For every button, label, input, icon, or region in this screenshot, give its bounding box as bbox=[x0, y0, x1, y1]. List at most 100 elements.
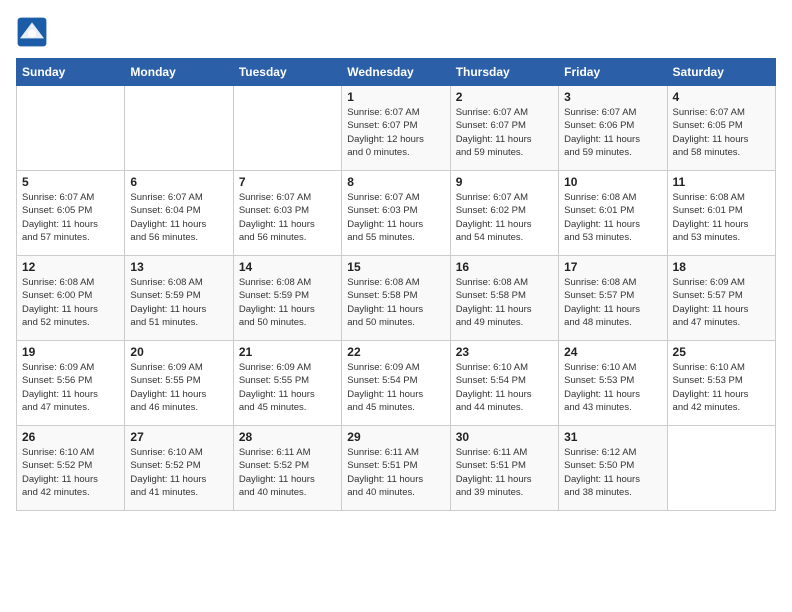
day-number: 13 bbox=[130, 260, 227, 274]
day-number: 26 bbox=[22, 430, 119, 444]
calendar-week-row: 5 Sunrise: 6:07 AM Sunset: 6:05 PM Daylig… bbox=[17, 171, 776, 256]
day-number: 8 bbox=[347, 175, 444, 189]
day-info: Sunrise: 6:07 AM Sunset: 6:06 PM Dayligh… bbox=[564, 106, 661, 159]
calendar-cell: 24 Sunrise: 6:10 AM Sunset: 5:53 PM Dayli… bbox=[559, 341, 667, 426]
header-thursday: Thursday bbox=[450, 59, 558, 86]
day-number: 27 bbox=[130, 430, 227, 444]
logo bbox=[16, 16, 52, 48]
calendar-cell: 17 Sunrise: 6:08 AM Sunset: 5:57 PM Dayli… bbox=[559, 256, 667, 341]
calendar-cell: 19 Sunrise: 6:09 AM Sunset: 5:56 PM Dayli… bbox=[17, 341, 125, 426]
calendar-week-row: 19 Sunrise: 6:09 AM Sunset: 5:56 PM Dayli… bbox=[17, 341, 776, 426]
day-info: Sunrise: 6:11 AM Sunset: 5:51 PM Dayligh… bbox=[456, 446, 553, 499]
day-info: Sunrise: 6:10 AM Sunset: 5:53 PM Dayligh… bbox=[564, 361, 661, 414]
calendar-cell: 14 Sunrise: 6:08 AM Sunset: 5:59 PM Dayli… bbox=[233, 256, 341, 341]
calendar-cell: 12 Sunrise: 6:08 AM Sunset: 6:00 PM Dayli… bbox=[17, 256, 125, 341]
header-saturday: Saturday bbox=[667, 59, 775, 86]
day-number: 24 bbox=[564, 345, 661, 359]
calendar-cell: 25Sunrise: 6:10 AM Sunset: 5:53 PM Dayli… bbox=[667, 341, 775, 426]
calendar-cell: 5 Sunrise: 6:07 AM Sunset: 6:05 PM Daylig… bbox=[17, 171, 125, 256]
day-info: Sunrise: 6:07 AM Sunset: 6:02 PM Dayligh… bbox=[456, 191, 553, 244]
day-number: 11 bbox=[673, 175, 770, 189]
day-info: Sunrise: 6:07 AM Sunset: 6:04 PM Dayligh… bbox=[130, 191, 227, 244]
day-info: Sunrise: 6:08 AM Sunset: 5:58 PM Dayligh… bbox=[347, 276, 444, 329]
calendar-cell: 1 Sunrise: 6:07 AM Sunset: 6:07 PM Daylig… bbox=[342, 86, 450, 171]
calendar-cell bbox=[667, 426, 775, 511]
day-number: 17 bbox=[564, 260, 661, 274]
day-info: Sunrise: 6:09 AM Sunset: 5:55 PM Dayligh… bbox=[239, 361, 336, 414]
calendar-cell: 3Sunrise: 6:07 AM Sunset: 6:06 PM Daylig… bbox=[559, 86, 667, 171]
day-number: 4 bbox=[673, 90, 770, 104]
calendar-cell: 31 Sunrise: 6:12 AM Sunset: 5:50 PM Dayli… bbox=[559, 426, 667, 511]
calendar-cell: 20Sunrise: 6:09 AM Sunset: 5:55 PM Dayli… bbox=[125, 341, 233, 426]
day-info: Sunrise: 6:10 AM Sunset: 5:54 PM Dayligh… bbox=[456, 361, 553, 414]
calendar-cell: 18Sunrise: 6:09 AM Sunset: 5:57 PM Dayli… bbox=[667, 256, 775, 341]
calendar-cell: 22 Sunrise: 6:09 AM Sunset: 5:54 PM Dayli… bbox=[342, 341, 450, 426]
calendar-week-row: 1 Sunrise: 6:07 AM Sunset: 6:07 PM Daylig… bbox=[17, 86, 776, 171]
day-number: 20 bbox=[130, 345, 227, 359]
calendar-cell: 2 Sunrise: 6:07 AM Sunset: 6:07 PM Daylig… bbox=[450, 86, 558, 171]
calendar-cell: 7 Sunrise: 6:07 AM Sunset: 6:03 PM Daylig… bbox=[233, 171, 341, 256]
calendar-cell bbox=[17, 86, 125, 171]
calendar-week-row: 12 Sunrise: 6:08 AM Sunset: 6:00 PM Dayli… bbox=[17, 256, 776, 341]
page-header bbox=[16, 16, 776, 48]
day-number: 28 bbox=[239, 430, 336, 444]
calendar-header-row: SundayMondayTuesdayWednesdayThursdayFrid… bbox=[17, 59, 776, 86]
day-number: 2 bbox=[456, 90, 553, 104]
day-info: Sunrise: 6:08 AM Sunset: 5:59 PM Dayligh… bbox=[239, 276, 336, 329]
day-info: Sunrise: 6:12 AM Sunset: 5:50 PM Dayligh… bbox=[564, 446, 661, 499]
calendar-cell: 4 Sunrise: 6:07 AM Sunset: 6:05 PM Daylig… bbox=[667, 86, 775, 171]
day-info: Sunrise: 6:08 AM Sunset: 5:59 PM Dayligh… bbox=[130, 276, 227, 329]
day-number: 15 bbox=[347, 260, 444, 274]
day-info: Sunrise: 6:07 AM Sunset: 6:03 PM Dayligh… bbox=[239, 191, 336, 244]
calendar-week-row: 26 Sunrise: 6:10 AM Sunset: 5:52 PM Dayli… bbox=[17, 426, 776, 511]
calendar-cell: 10 Sunrise: 6:08 AM Sunset: 6:01 PM Dayli… bbox=[559, 171, 667, 256]
day-info: Sunrise: 6:09 AM Sunset: 5:56 PM Dayligh… bbox=[22, 361, 119, 414]
day-number: 10 bbox=[564, 175, 661, 189]
calendar-cell: 30 Sunrise: 6:11 AM Sunset: 5:51 PM Dayli… bbox=[450, 426, 558, 511]
day-number: 23 bbox=[456, 345, 553, 359]
day-number: 7 bbox=[239, 175, 336, 189]
calendar-cell: 13 Sunrise: 6:08 AM Sunset: 5:59 PM Dayli… bbox=[125, 256, 233, 341]
day-number: 31 bbox=[564, 430, 661, 444]
day-info: Sunrise: 6:10 AM Sunset: 5:52 PM Dayligh… bbox=[22, 446, 119, 499]
day-info: Sunrise: 6:08 AM Sunset: 6:01 PM Dayligh… bbox=[564, 191, 661, 244]
calendar-cell: 16 Sunrise: 6:08 AM Sunset: 5:58 PM Dayli… bbox=[450, 256, 558, 341]
day-number: 12 bbox=[22, 260, 119, 274]
day-number: 22 bbox=[347, 345, 444, 359]
day-info: Sunrise: 6:08 AM Sunset: 5:58 PM Dayligh… bbox=[456, 276, 553, 329]
calendar-cell: 21 Sunrise: 6:09 AM Sunset: 5:55 PM Dayli… bbox=[233, 341, 341, 426]
day-number: 5 bbox=[22, 175, 119, 189]
day-number: 16 bbox=[456, 260, 553, 274]
header-wednesday: Wednesday bbox=[342, 59, 450, 86]
day-info: Sunrise: 6:07 AM Sunset: 6:05 PM Dayligh… bbox=[673, 106, 770, 159]
day-info: Sunrise: 6:09 AM Sunset: 5:54 PM Dayligh… bbox=[347, 361, 444, 414]
calendar-cell: 26 Sunrise: 6:10 AM Sunset: 5:52 PM Dayli… bbox=[17, 426, 125, 511]
header-friday: Friday bbox=[559, 59, 667, 86]
day-info: Sunrise: 6:09 AM Sunset: 5:57 PM Dayligh… bbox=[673, 276, 770, 329]
logo-icon bbox=[16, 16, 48, 48]
day-info: Sunrise: 6:07 AM Sunset: 6:03 PM Dayligh… bbox=[347, 191, 444, 244]
day-info: Sunrise: 6:08 AM Sunset: 5:57 PM Dayligh… bbox=[564, 276, 661, 329]
day-number: 14 bbox=[239, 260, 336, 274]
day-number: 19 bbox=[22, 345, 119, 359]
calendar-cell: 8 Sunrise: 6:07 AM Sunset: 6:03 PM Daylig… bbox=[342, 171, 450, 256]
day-number: 30 bbox=[456, 430, 553, 444]
header-tuesday: Tuesday bbox=[233, 59, 341, 86]
day-info: Sunrise: 6:08 AM Sunset: 6:01 PM Dayligh… bbox=[673, 191, 770, 244]
day-info: Sunrise: 6:08 AM Sunset: 6:00 PM Dayligh… bbox=[22, 276, 119, 329]
day-info: Sunrise: 6:10 AM Sunset: 5:52 PM Dayligh… bbox=[130, 446, 227, 499]
day-number: 1 bbox=[347, 90, 444, 104]
calendar-cell bbox=[233, 86, 341, 171]
calendar-cell bbox=[125, 86, 233, 171]
day-info: Sunrise: 6:07 AM Sunset: 6:07 PM Dayligh… bbox=[347, 106, 444, 159]
calendar-cell: 23 Sunrise: 6:10 AM Sunset: 5:54 PM Dayli… bbox=[450, 341, 558, 426]
calendar-cell: 28Sunrise: 6:11 AM Sunset: 5:52 PM Dayli… bbox=[233, 426, 341, 511]
header-monday: Monday bbox=[125, 59, 233, 86]
calendar-cell: 6Sunrise: 6:07 AM Sunset: 6:04 PM Daylig… bbox=[125, 171, 233, 256]
day-info: Sunrise: 6:07 AM Sunset: 6:05 PM Dayligh… bbox=[22, 191, 119, 244]
day-number: 25 bbox=[673, 345, 770, 359]
day-info: Sunrise: 6:07 AM Sunset: 6:07 PM Dayligh… bbox=[456, 106, 553, 159]
calendar-table: SundayMondayTuesdayWednesdayThursdayFrid… bbox=[16, 58, 776, 511]
day-number: 21 bbox=[239, 345, 336, 359]
header-sunday: Sunday bbox=[17, 59, 125, 86]
